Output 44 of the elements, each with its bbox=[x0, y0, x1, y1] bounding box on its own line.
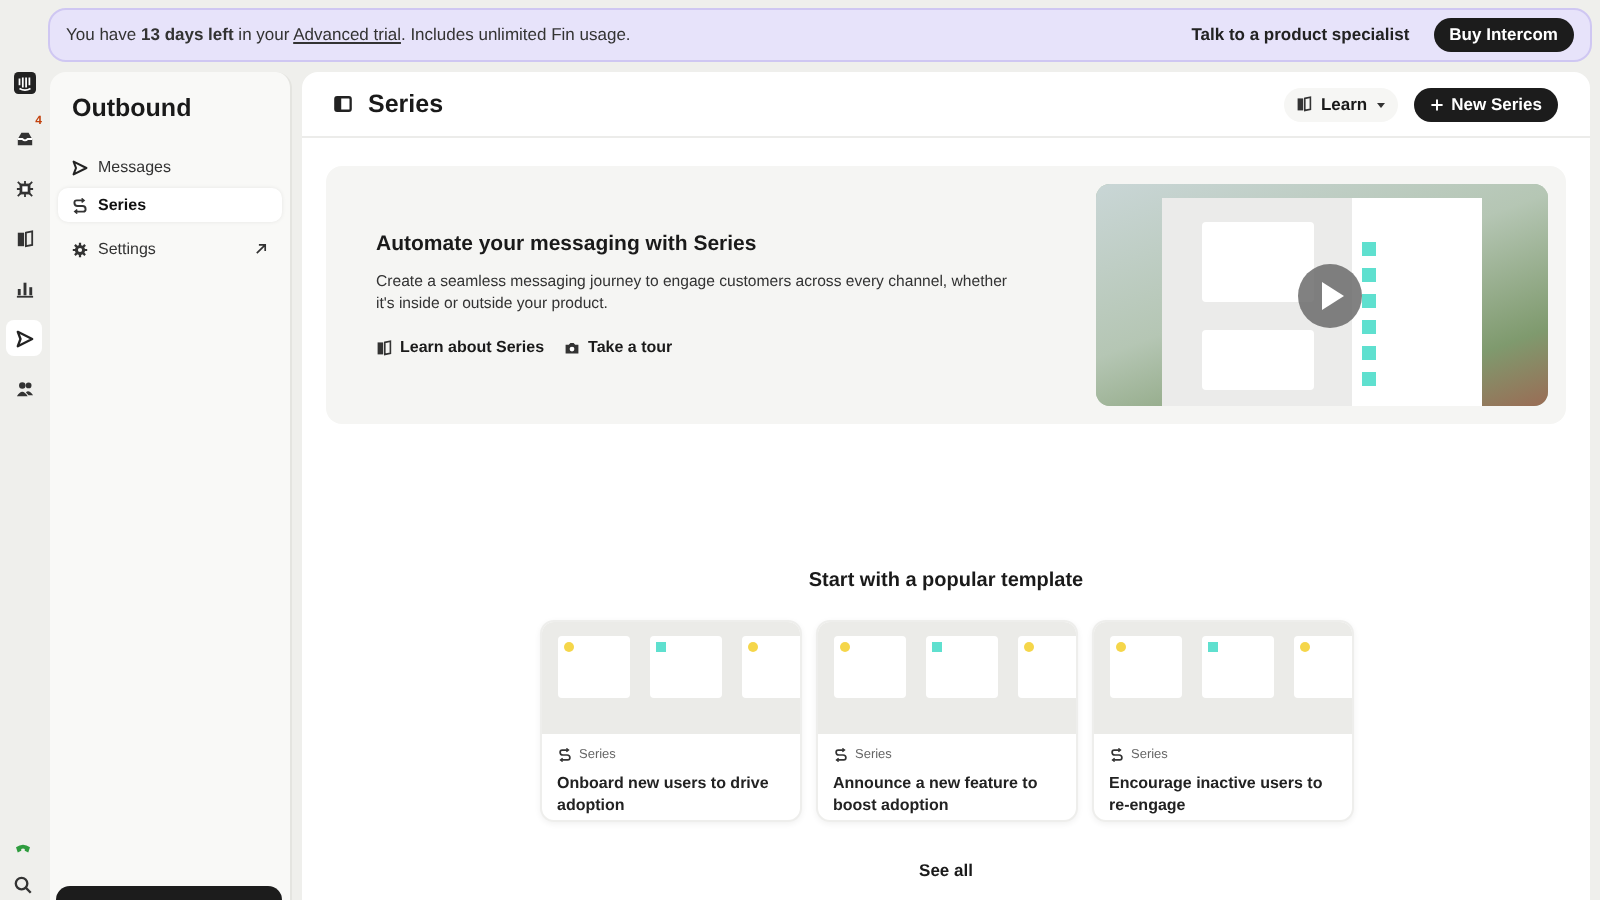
templates-heading: Start with a popular template bbox=[806, 568, 1086, 596]
sidebar-item[interactable]: Messages bbox=[58, 150, 282, 184]
dark-bottom-bar[interactable] bbox=[56, 886, 282, 900]
play-icon[interactable] bbox=[1298, 264, 1362, 328]
learn-button[interactable]: Learn bbox=[1284, 87, 1398, 121]
people-icon bbox=[15, 379, 33, 397]
panel-toggle-icon[interactable] bbox=[334, 96, 352, 112]
settings-item[interactable]: Settings bbox=[58, 232, 282, 266]
grid-icon bbox=[15, 179, 33, 197]
buy-button[interactable]: Buy Intercom bbox=[1433, 18, 1574, 52]
trial-message: You have 13 days left in your Advanced trial. Includes unlimited Fin usage. bbox=[66, 22, 633, 48]
inbox-icon bbox=[15, 129, 33, 147]
book-icon bbox=[376, 340, 392, 357]
caret-icon bbox=[1375, 99, 1386, 109]
send-icon bbox=[15, 329, 33, 347]
sidebar-title: Outbound bbox=[70, 92, 194, 122]
book-icon bbox=[15, 229, 33, 247]
gear-icon bbox=[72, 241, 88, 257]
search-icon[interactable] bbox=[14, 876, 32, 894]
hero-link[interactable]: Take a tour bbox=[564, 336, 673, 361]
phone-icon[interactable] bbox=[14, 842, 32, 856]
plus-icon bbox=[1429, 97, 1444, 111]
see-all-link[interactable]: See all bbox=[919, 858, 973, 884]
external-arrow-icon bbox=[254, 242, 268, 256]
bar-chart-icon bbox=[15, 279, 33, 297]
hero-title: Automate your messaging with Series bbox=[376, 229, 759, 260]
template-title: Announce a new feature to boost adoption bbox=[833, 771, 1040, 816]
series-icon bbox=[557, 748, 571, 763]
specialist-link[interactable]: Talk to a product specialist bbox=[1191, 22, 1410, 48]
template-title: Onboard new users to drive adoption bbox=[557, 771, 771, 816]
series-icon bbox=[833, 748, 847, 763]
sidebar-item[interactable]: Series bbox=[58, 188, 282, 222]
rail-item[interactable] bbox=[6, 320, 42, 356]
video-thumbnail[interactable] bbox=[1096, 184, 1548, 406]
hero-link[interactable]: Learn about Series bbox=[376, 336, 545, 361]
book-icon bbox=[1296, 96, 1313, 112]
page-title: Series bbox=[368, 87, 446, 122]
camera-icon bbox=[564, 340, 581, 357]
logo-icon bbox=[13, 72, 35, 94]
send-icon bbox=[72, 159, 88, 175]
series-icon bbox=[72, 197, 88, 213]
series-icon bbox=[1109, 748, 1123, 763]
new-series-button[interactable]: New Series bbox=[1413, 87, 1558, 121]
template-title: Encourage inactive users to re-engage bbox=[1109, 771, 1325, 816]
